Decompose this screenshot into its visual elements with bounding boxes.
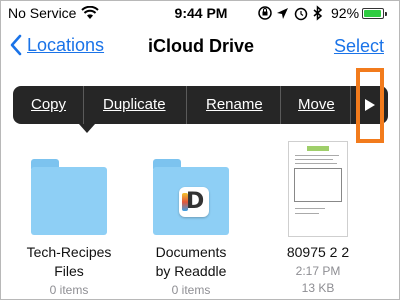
document-thumbnail[interactable] bbox=[288, 141, 348, 237]
alarm-icon bbox=[294, 7, 308, 21]
menu-pointer bbox=[79, 124, 95, 133]
menu-divider bbox=[350, 86, 351, 124]
file-date: 2:17 PM bbox=[295, 264, 341, 278]
menu-divider bbox=[186, 86, 187, 124]
file-name: 80975 2 2 bbox=[286, 244, 350, 260]
location-arrow-icon bbox=[277, 8, 288, 19]
file-name: Tech-Recipes Files bbox=[11, 243, 127, 281]
file-name-line: Files bbox=[54, 263, 84, 279]
menu-divider bbox=[280, 86, 281, 124]
orientation-lock-icon bbox=[258, 6, 272, 20]
menu-item-copy[interactable]: Copy bbox=[31, 86, 66, 124]
file-name-line: Documents bbox=[155, 244, 227, 260]
menu-item-duplicate[interactable]: Duplicate bbox=[103, 86, 166, 124]
status-bar: No Service 9:44 PM 92% bbox=[1, 1, 399, 27]
highlight-box bbox=[356, 68, 384, 143]
file-name-line: Tech-Recipes bbox=[26, 244, 112, 260]
file-meta: 0 items bbox=[49, 283, 89, 297]
folder-icon[interactable] bbox=[31, 159, 107, 235]
select-button[interactable]: Select bbox=[334, 36, 384, 57]
file-name-line: by Readdle bbox=[155, 263, 227, 279]
menu-item-move[interactable]: Move bbox=[298, 86, 335, 124]
bluetooth-icon bbox=[313, 5, 323, 21]
battery-icon bbox=[362, 8, 387, 19]
screen: No Service 9:44 PM 92% Locations iCloud … bbox=[0, 0, 400, 300]
nav-bar: Locations iCloud Drive Select bbox=[1, 27, 399, 69]
documents-app-icon: D bbox=[179, 187, 209, 217]
menu-divider bbox=[83, 86, 84, 124]
file-name: Documents by Readdle bbox=[133, 243, 249, 281]
menu-item-rename[interactable]: Rename bbox=[206, 86, 263, 124]
folder-icon[interactable]: D bbox=[153, 159, 229, 235]
status-icons bbox=[258, 5, 323, 21]
battery-percent: 92% bbox=[331, 5, 360, 21]
file-size: 13 KB bbox=[301, 281, 335, 295]
edit-menu: Copy Duplicate Rename Move bbox=[13, 86, 388, 133]
file-meta: 0 items bbox=[171, 283, 211, 297]
